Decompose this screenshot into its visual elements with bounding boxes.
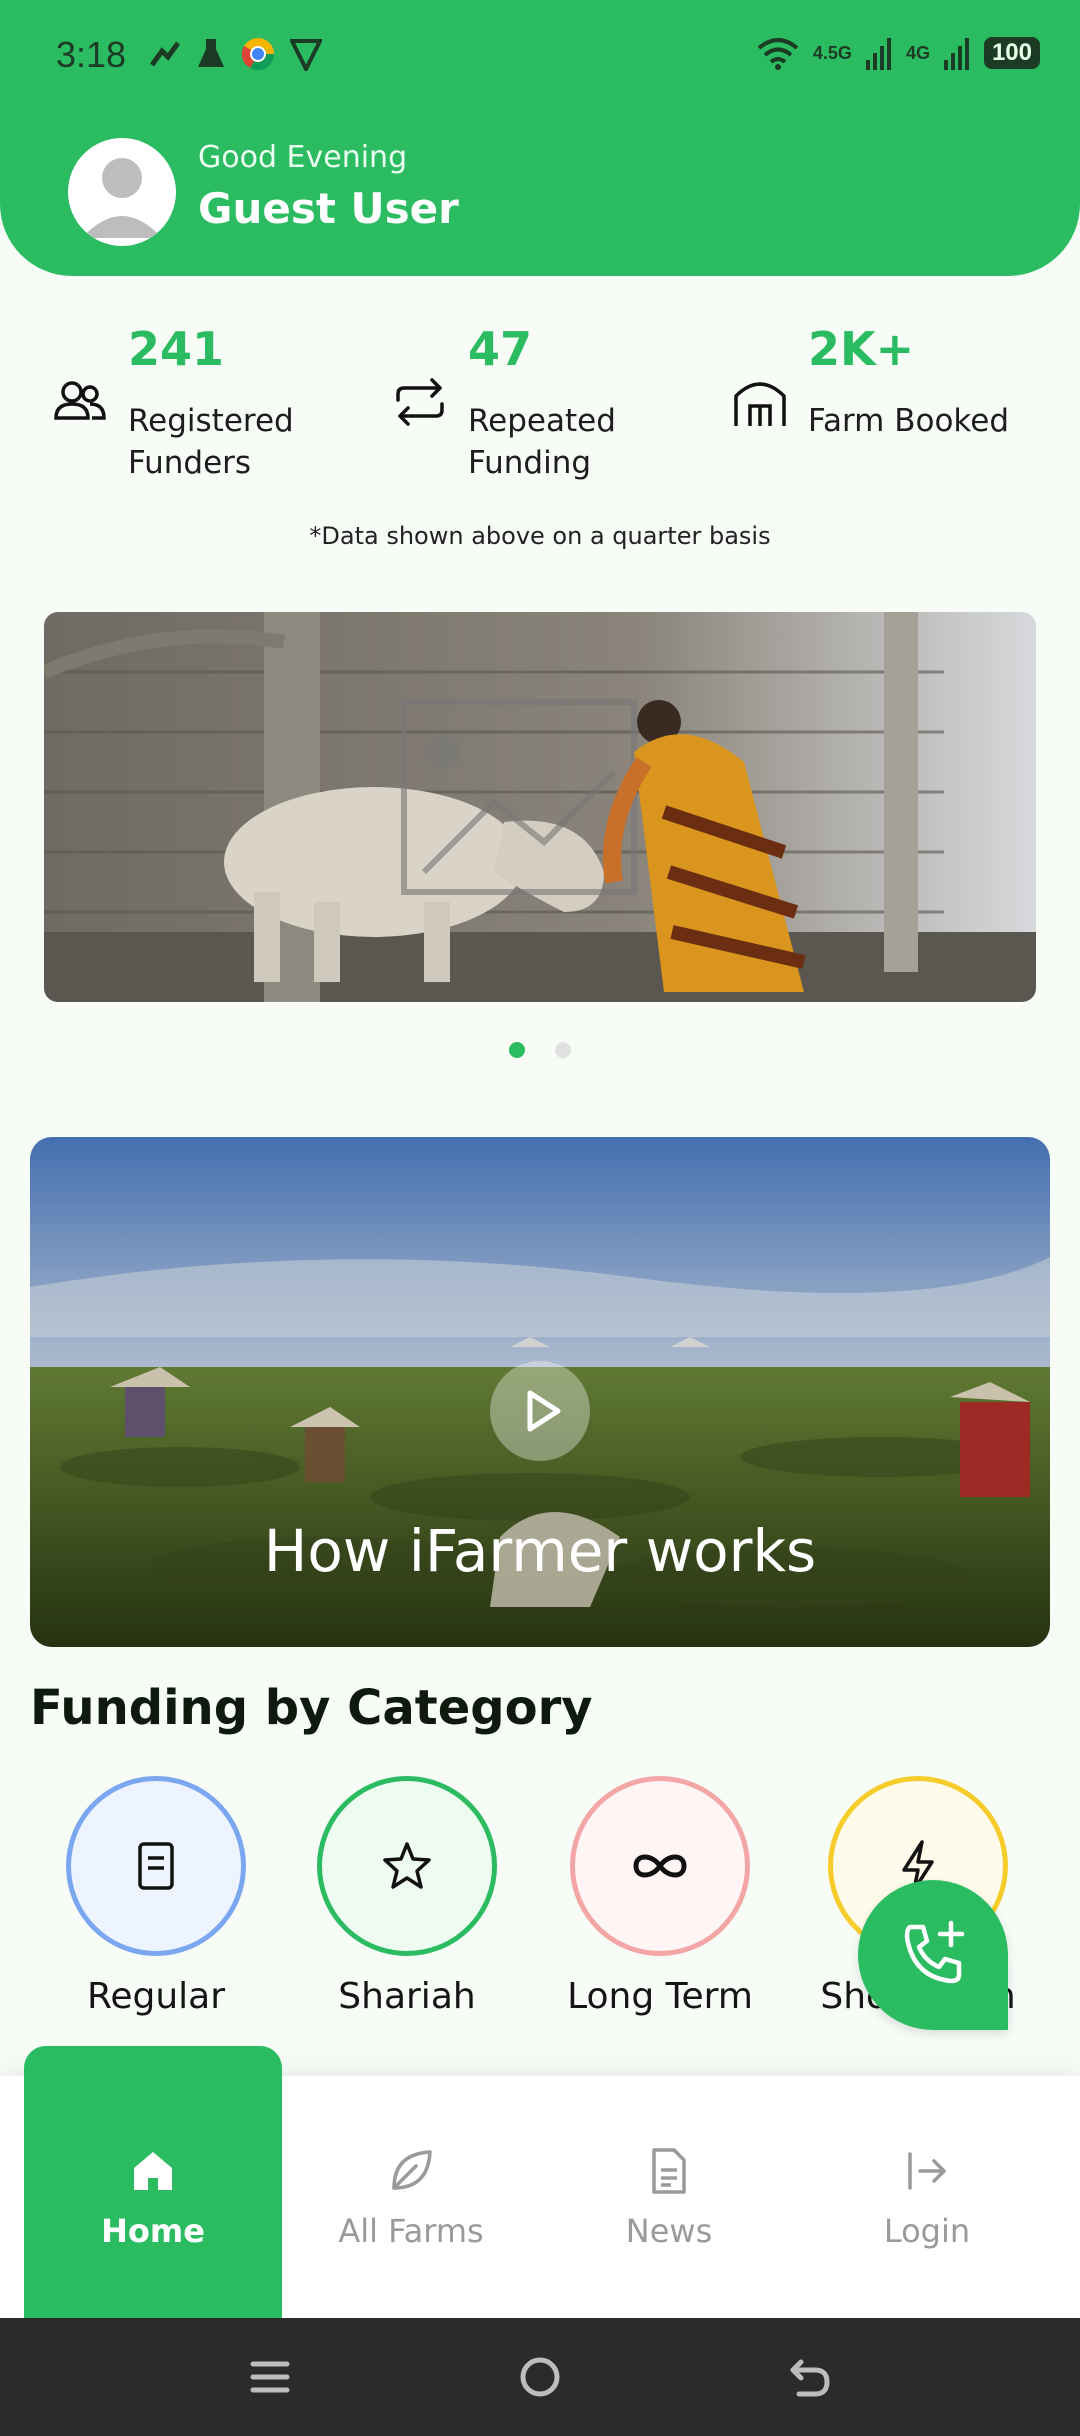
stat-value: 2K+: [808, 322, 915, 376]
status-left-icons: [148, 36, 322, 72]
network-type-2: 4G: [905, 42, 930, 63]
nav-login[interactable]: Login: [798, 2076, 1056, 2318]
category-label: Shariah: [338, 1976, 476, 2017]
status-time: 3:18: [56, 34, 127, 75]
wifi-icon: [757, 38, 799, 70]
stat-value: 241: [128, 322, 225, 376]
nav-label: Login: [883, 2212, 971, 2250]
stat-label: Registered Funders: [128, 403, 294, 481]
news-icon: [652, 2148, 686, 2194]
signal-icon: [865, 38, 891, 70]
bottom-navigation: Home All Farms News Login: [0, 2046, 1080, 2318]
play-icon: [527, 1390, 561, 1432]
status-right-icons: 4.5G 4G 100: [757, 36, 1040, 70]
header: 3:18 4.5G 4G 100 Good Evening Guest User: [0, 0, 1080, 276]
carousel-dot-active[interactable]: [509, 1042, 525, 1058]
carousel-dot[interactable]: [555, 1042, 571, 1058]
avatar[interactable]: [68, 138, 176, 246]
banner-image: [44, 612, 1036, 1002]
status-bar: 3:18 4.5G 4G 100: [0, 0, 1080, 110]
category-label: Long Term: [567, 1976, 753, 2017]
login-icon: [908, 2152, 946, 2190]
user-placeholder-icon: [82, 158, 162, 238]
users-icon: [54, 381, 106, 420]
signal-icon-2: [943, 38, 969, 70]
video-title: How iFarmer works: [263, 1517, 817, 1585]
category-circle[interactable]: [317, 1776, 497, 1956]
stat-repeated-funding: 47 Repeated Funding: [390, 322, 710, 492]
phone-add-icon: [904, 1920, 965, 1984]
farm-icon: [734, 382, 786, 426]
nav-label: News: [625, 2212, 713, 2250]
document-icon: [138, 1842, 174, 1890]
infinity-icon: [633, 1854, 687, 1878]
stat-label: Farm Booked: [808, 403, 1010, 439]
call-support-button[interactable]: [858, 1880, 1008, 2030]
category-circle[interactable]: [66, 1776, 246, 1956]
stat-farm-booked: 2K+ Farm Booked: [730, 322, 1050, 492]
nav-news[interactable]: News: [540, 2076, 798, 2318]
category-section-title: Funding by Category: [30, 1680, 593, 1736]
menu-icon[interactable]: [245, 2352, 295, 2402]
system-navigation-bar: [0, 2318, 1080, 2436]
carousel-dots: [0, 1042, 1080, 1058]
nav-home[interactable]: Home: [24, 2046, 282, 2318]
stat-registered-funders: 241 Registered Funders: [50, 322, 370, 492]
vpn-shield-icon: [290, 39, 322, 71]
notification-icon: [149, 41, 181, 67]
video-card[interactable]: How iFarmer works: [30, 1137, 1050, 1647]
flask-icon: [198, 39, 224, 67]
stats-note: *Data shown above on a quarter basis: [309, 522, 771, 550]
network-type-1: 4.5G: [812, 42, 852, 63]
category-shariah[interactable]: Shariah: [277, 1776, 537, 2026]
stat-value: 47: [468, 322, 533, 376]
leaf-icon: [392, 2150, 432, 2190]
nav-label: Home: [101, 2212, 205, 2250]
repeat-icon: [396, 378, 444, 426]
stat-label: Repeated Funding: [468, 403, 616, 481]
back-icon[interactable]: [785, 2352, 835, 2402]
home-circle-icon[interactable]: [515, 2352, 565, 2402]
category-long-term[interactable]: Long Term: [530, 1776, 790, 2026]
nav-label: All Farms: [338, 2212, 484, 2250]
category-circle[interactable]: [570, 1776, 750, 1956]
greeting-text: Good Evening: [198, 140, 408, 175]
battery-icon: 100: [983, 37, 1040, 69]
category-regular[interactable]: Regular: [26, 1776, 286, 2026]
category-label: Regular: [86, 1976, 226, 2017]
chrome-icon: [241, 38, 275, 71]
nav-all-farms[interactable]: All Farms: [282, 2076, 540, 2318]
home-icon: [134, 2152, 172, 2190]
user-name: Guest User: [198, 184, 459, 233]
star-icon: [383, 1842, 431, 1889]
play-button[interactable]: [490, 1361, 590, 1461]
banner-carousel[interactable]: [44, 612, 1036, 1002]
